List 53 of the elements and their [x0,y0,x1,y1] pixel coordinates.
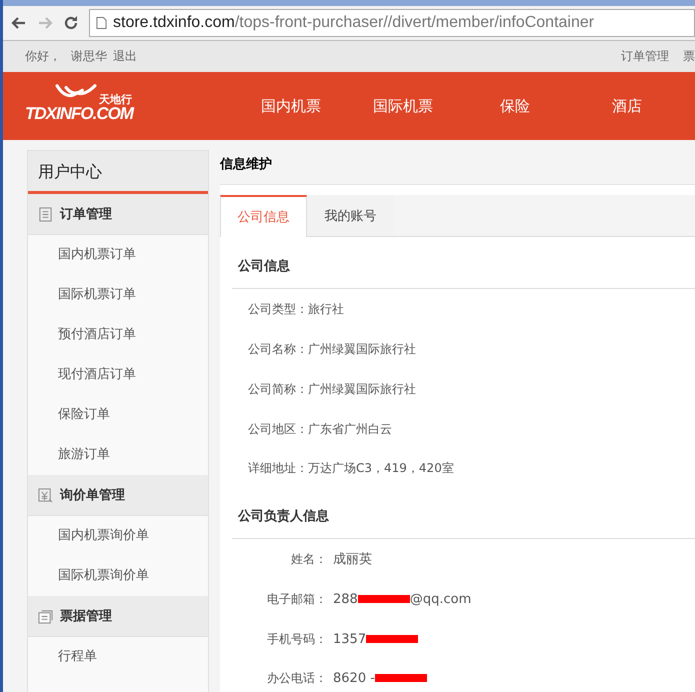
field-label: 详细地址： [248,460,308,476]
field-value: @qq.com [410,592,472,606]
reload-icon[interactable] [63,15,79,31]
sidebar-group[interactable]: 票据管理 [28,596,208,637]
field-value: 旅行社 [308,300,344,318]
field-value: 万达广场C3，419，420室 [308,460,454,476]
logout-link[interactable]: 退出 [113,48,137,65]
sidebar-item[interactable]: 预付酒店订单 [28,315,208,355]
nav-link[interactable]: 保险 [459,96,571,116]
sidebar-item[interactable]: 行程单 [28,637,208,677]
site-logo[interactable]: TDXINFO.COM 天地行 [25,84,225,128]
field-label: 公司简称： [248,380,308,398]
field-label: 公司名称： [248,340,308,358]
field-label: 公司地区： [248,420,308,438]
page-title: 信息维护 [220,150,695,185]
sidebar-item[interactable]: 国内机票询价单 [28,516,208,556]
page-icon [96,16,107,30]
field-value: 广州绿翼国际旅行社 [308,380,416,398]
top-link[interactable]: 订单管理 [621,48,669,65]
nav-link[interactable]: 国内机票 [235,96,347,116]
sidebar-item[interactable]: 国际机票订单 [28,275,208,315]
sidebar-item[interactable]: 国内机票订单 [28,235,208,275]
field-value: 288 [333,592,358,606]
sidebar-item[interactable]: 旅游订单 [28,435,208,475]
back-icon[interactable] [11,15,27,31]
field-value: 1357 [333,632,366,646]
nav-link[interactable]: 酒店 [571,96,683,116]
field-value: 广州绿翼国际旅行社 [308,340,416,358]
yen-icon [38,488,53,502]
sidebar-title: 用户中心 [28,151,208,194]
address-bar[interactable]: store.tdxinfo.com/tops-front-purchaser//divert/member/infoContainer [89,9,695,37]
field-label: 电子邮箱： [266,590,328,608]
tab[interactable]: 公司信息 [220,195,307,237]
documents-icon [38,608,53,624]
field-label: 公司类型： [248,300,308,318]
list-icon [38,206,53,222]
sidebar-item[interactable]: 国际机票询价单 [28,556,208,596]
field-label: 办公电话： [266,670,328,686]
user-name: 谢思华 [71,48,107,65]
top-link[interactable]: 票 [683,48,695,65]
field-value: 8620 - [333,670,375,686]
field-label: 手机号码： [266,630,328,648]
field-value: 成丽英 [333,551,372,568]
greeting-text: 你好， [25,48,61,65]
sidebar-group[interactable]: 订单管理 [28,194,208,235]
section-title: 公司负责人信息 [232,487,695,539]
field-label: 姓名： [290,550,328,568]
field-value: 广东省广州白云 [308,420,392,438]
sidebar-group[interactable]: 询价单管理 [28,475,208,516]
section-title: 公司信息 [232,237,695,289]
sidebar-item[interactable]: 保险订单 [28,395,208,435]
sidebar-item[interactable]: 现付酒店订单 [28,355,208,395]
nav-link[interactable]: 国际机票 [347,96,459,116]
